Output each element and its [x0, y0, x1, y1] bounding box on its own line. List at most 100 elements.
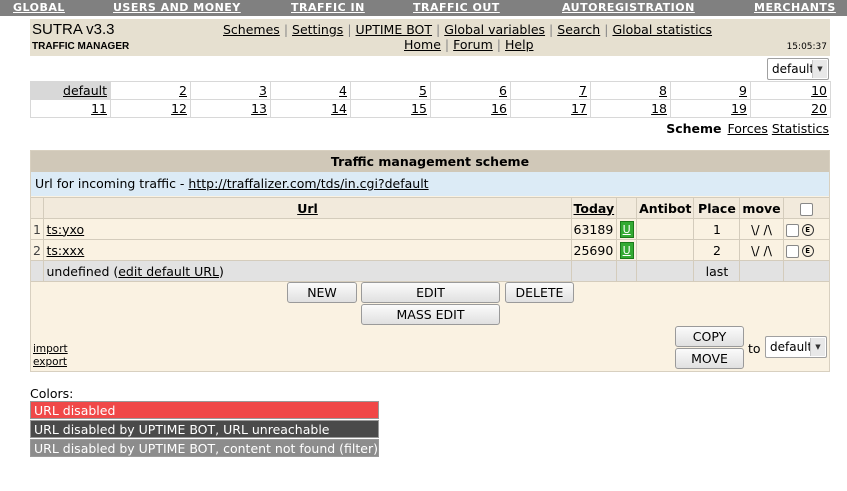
chevron-down-icon[interactable]: ▼	[810, 338, 825, 356]
scheme-link[interactable]: 8	[659, 83, 667, 98]
link-search[interactable]: Search	[557, 22, 600, 37]
new-button[interactable]: NEW	[287, 282, 357, 303]
incoming-url-link[interactable]: http://traffalizer.com/tds/in.cgi?defaul…	[188, 176, 428, 191]
scheme-cell[interactable]: 11	[30, 99, 111, 118]
row-today: 63189	[570, 218, 618, 240]
scheme-cell[interactable]: 16	[430, 99, 511, 118]
uptime-badge[interactable]: U	[619, 241, 634, 259]
edit-icon[interactable]: E	[801, 245, 814, 257]
scheme-cell[interactable]: 4	[270, 81, 351, 100]
row-url-cell: ts:xxx	[43, 239, 572, 261]
nav-traffic-in[interactable]: TRAFFIC IN	[291, 1, 365, 14]
scheme-link[interactable]: 17	[571, 101, 587, 116]
mass-edit-button[interactable]: MASS EDIT	[361, 304, 500, 325]
scheme-cell[interactable]: 17	[510, 99, 591, 118]
scheme-cell[interactable]: 13	[190, 99, 271, 118]
scheme-link[interactable]: 12	[171, 101, 187, 116]
scheme-cell[interactable]: default	[30, 81, 111, 100]
link-home[interactable]: Home	[404, 37, 441, 52]
delete-button[interactable]: DELETE	[505, 282, 574, 303]
scheme-cell[interactable]: 8	[590, 81, 671, 100]
view-statistics-link[interactable]: Statistics	[772, 121, 829, 136]
row-actions	[782, 260, 829, 282]
row-actions: E	[782, 239, 829, 261]
scheme-link[interactable]: 2	[179, 83, 187, 98]
scheme-cell[interactable]: 19	[670, 99, 751, 118]
scheme-select[interactable]: default ▼	[767, 58, 829, 80]
uptime-badge[interactable]: U	[619, 220, 634, 238]
scheme-link[interactable]: 19	[731, 101, 747, 116]
link-schemes[interactable]: Schemes	[223, 22, 280, 37]
col-today[interactable]: Today	[570, 197, 618, 219]
link-global-statistics[interactable]: Global statistics	[612, 22, 712, 37]
scheme-link[interactable]: 3	[259, 83, 267, 98]
scheme-cell[interactable]: 10	[750, 81, 831, 100]
row-today: 25690	[570, 239, 618, 261]
scheme-link[interactable]: 16	[491, 101, 507, 116]
row-badge-cell	[616, 260, 638, 282]
export-link[interactable]: export	[33, 356, 67, 368]
sort-today-link[interactable]: Today	[574, 201, 615, 216]
scheme-cell[interactable]: 2	[110, 81, 191, 100]
scheme-cell[interactable]: 9	[670, 81, 751, 100]
nav-global[interactable]: GLOBAL	[13, 1, 65, 14]
copy-button[interactable]: COPY	[675, 326, 744, 347]
scheme-cell[interactable]: 18	[590, 99, 671, 118]
col-url[interactable]: Url	[43, 197, 572, 219]
table-row: 2 ts:xxx 25690 U 2 \/ /\ E	[31, 239, 829, 261]
scheme-cell[interactable]: 14	[270, 99, 351, 118]
col-select[interactable]	[782, 197, 829, 219]
chevron-down-icon[interactable]: ▼	[812, 60, 827, 78]
scheme-link[interactable]: 18	[651, 101, 667, 116]
scheme-link[interactable]: 6	[499, 83, 507, 98]
scheme-link[interactable]: 7	[579, 83, 587, 98]
scheme-cell[interactable]: 5	[350, 81, 431, 100]
undefined-row: undefined (edit default URL) last	[31, 260, 829, 282]
import-link[interactable]: import	[33, 343, 68, 355]
col-badge	[616, 197, 638, 219]
col-antibot: Antibot	[636, 197, 695, 219]
scheme-cell[interactable]: 15	[350, 99, 431, 118]
row-url-link[interactable]: ts:xxx	[46, 243, 84, 258]
edit-icon[interactable]: E	[801, 224, 814, 236]
scheme-link[interactable]: 20	[811, 101, 827, 116]
scheme-link[interactable]: 15	[411, 101, 427, 116]
target-scheme-select[interactable]: default ▼	[765, 336, 827, 358]
scheme-link-default[interactable]: default	[63, 83, 107, 98]
scheme-link[interactable]: 10	[811, 83, 827, 98]
scheme-link[interactable]: 14	[331, 101, 347, 116]
row-checkbox[interactable]	[785, 244, 799, 258]
separator: |	[549, 22, 554, 37]
scheme-cell[interactable]: 6	[430, 81, 511, 100]
scheme-cell[interactable]: 3	[190, 81, 271, 100]
col-num	[31, 197, 45, 219]
nav-autoregistration[interactable]: AUTOREGISTRATION	[562, 1, 695, 14]
edit-default-url-link[interactable]: edit default URL	[118, 264, 219, 279]
move-arrows[interactable]: \/ /\	[739, 218, 784, 240]
link-global-variables[interactable]: Global variables	[444, 22, 545, 37]
move-arrows[interactable]: \/ /\	[739, 239, 784, 261]
link-help[interactable]: Help	[505, 37, 534, 52]
select-all-checkbox[interactable]	[799, 202, 813, 216]
link-uptime-bot[interactable]: UPTIME BOT	[356, 22, 433, 37]
nav-traffic-out[interactable]: TRAFFIC OUT	[413, 1, 500, 14]
row-checkbox[interactable]	[785, 223, 799, 237]
separator: |	[496, 37, 501, 52]
scheme-link[interactable]: 4	[339, 83, 347, 98]
view-forces-link[interactable]: Forces	[728, 121, 768, 136]
link-settings[interactable]: Settings	[292, 22, 343, 37]
row-url-link[interactable]: ts:yxo	[46, 222, 84, 237]
scheme-link[interactable]: 11	[91, 101, 107, 116]
link-forum[interactable]: Forum	[453, 37, 493, 52]
scheme-link[interactable]: 13	[251, 101, 267, 116]
scheme-link[interactable]: 5	[419, 83, 427, 98]
move-button[interactable]: MOVE	[675, 348, 744, 369]
sort-url-link[interactable]: Url	[297, 201, 318, 216]
edit-button[interactable]: EDIT	[361, 282, 500, 303]
scheme-link[interactable]: 9	[739, 83, 747, 98]
scheme-cell[interactable]: 12	[110, 99, 191, 118]
scheme-cell[interactable]: 7	[510, 81, 591, 100]
nav-merchants[interactable]: MERCHANTS	[754, 1, 836, 14]
nav-users-and-money[interactable]: USERS AND MONEY	[113, 1, 241, 14]
scheme-cell[interactable]: 20	[750, 99, 831, 118]
